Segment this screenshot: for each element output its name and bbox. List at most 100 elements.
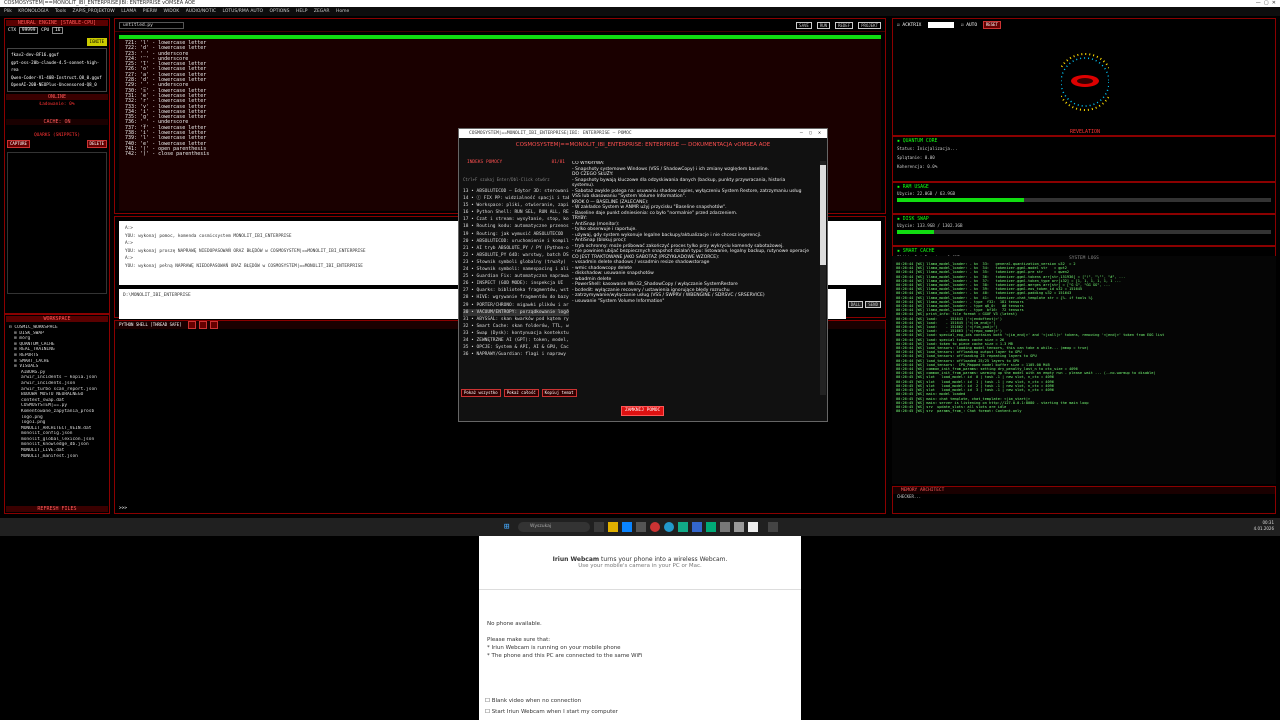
ram-usage-panel: ▪ RAM USAGE Użycie: 22.0GB / 63.9GB [892,182,1276,214]
capture-button[interactable]: CAPTURE [7,139,30,148]
taskbar-app-icon[interactable] [678,522,688,532]
taskbar-app-icon[interactable] [720,522,730,532]
workspace-tree[interactable]: ⊟ COSMIC_WORKSPACE ⊞ DISK_SWAP ⊞ mórg ⊞ … [5,323,109,461]
help-index-item[interactable]: 32 • Smart Cache: skan folderów, TTL, wy… [463,323,569,330]
tree-file[interactable]: Komentowane_zapytania_prosb [9,409,105,415]
acktrix-checkbox[interactable]: ☑ ACKTRIX [897,23,921,28]
menu-item[interactable]: AUDIO/NOTIC [186,9,216,14]
menu-item[interactable]: Home [336,9,349,14]
delete-button[interactable]: DELETE [86,139,107,148]
help-content[interactable]: CO WYKRYWA: - Snapshoty systemowe Window… [572,161,820,395]
taskbar-app-icon[interactable] [650,522,660,532]
refresh-files-button[interactable]: REFRESH FILES [6,506,108,512]
help-index-item[interactable]: 22 • ABSOLUTE_PY 64D: warstwy, batch DSL [463,252,569,259]
model-item[interactable]: gpt-oss-20b-claude-4.5-sonnet-high-rea [11,59,103,74]
close-help-button[interactable]: ZAMKNIJ POMOC [621,406,665,416]
help-index-item[interactable]: 15 • Workspace: pliki, otwieranie, zapis… [463,202,569,209]
blank-video-checkbox[interactable]: ☐ Blank video when no connection [485,696,618,707]
help-index-item[interactable]: 25 • Guardian Fix: automatyczna naprawa … [463,273,569,280]
menu-item[interactable]: PIERW [143,9,157,14]
menu-item[interactable]: HELP [296,9,307,14]
editor-run-button[interactable]: RUN [816,21,831,29]
model-item[interactable]: fkav2-dev-BF16.gguf [11,51,103,59]
taskbar-app-icon[interactable] [748,522,758,532]
taskbar-search[interactable]: Wyszukaj [518,522,590,532]
help-index-item[interactable]: 16 • Python Shell: RUN SEL, RUN ALL, RES… [463,209,569,216]
taskbar-clock[interactable]: 00:31 4.01.2026 [1254,520,1274,532]
editor-save-button[interactable]: SAVE [796,21,812,29]
auto-checkbox[interactable]: ☑ AUTO [961,23,977,28]
menu-item[interactable]: KRONOLOGIA [18,9,48,14]
taskbar-app-icon[interactable] [594,522,604,532]
help-index-item[interactable]: 28 • HIVE: wgrywanie fragmentów do bazy [463,294,569,301]
send-button[interactable]: SEND [865,300,881,308]
help-index-item[interactable]: 14 • ⓘ FIX PP: widzialność spacji i tabó… [463,195,569,202]
help-index-item[interactable]: 18 • Routing kodu: automatyczne przenosz… [463,223,569,230]
system-logs[interactable]: 00:26:44 [WS] llama_model_loader: - kv 3… [892,262,1276,482]
model-item[interactable]: Qwen-Coder-V1-40B-Instruct.Q8_0.gguf [11,74,103,82]
menu-item[interactable]: ZEGAR [314,9,330,14]
help-index-item[interactable]: 23 • Słownik symboli globalny (trwały) l… [463,259,569,266]
copy-topic-button[interactable]: Kopiuj temat [541,389,577,397]
help-index-item[interactable]: 36 • NAPRAWY/Guardian: flagi i naprawy [463,351,569,358]
taskbar-app-icon[interactable] [768,522,778,532]
taskbar-app-icon[interactable] [692,522,702,532]
taskbar-search-label: Wyszukaj [530,524,552,529]
editor-filename[interactable]: untitled.py [119,21,184,29]
menu-item[interactable]: WIDOK [164,9,180,14]
help-index-item[interactable]: 29 • PORTER/CHRONO: migawki plików i arc… [463,302,569,309]
menu-item[interactable]: ZAPIS_PROJEKTOW [73,9,115,14]
menu-item[interactable]: Tools [55,9,66,14]
quarks-list[interactable] [7,151,107,294]
help-index-item-selected[interactable]: 30 • VACUUM/ENTROPY: porządkowanie logów [463,308,569,316]
help-search-input[interactable]: Ctrl+F szukaj Enter/Dbl-Click otwórz [461,167,571,188]
taskbar-app-icon[interactable] [664,522,674,532]
help-content-scrollbar[interactable] [820,161,826,395]
shell-button[interactable] [209,321,219,329]
cpu-input[interactable]: 16 [51,27,64,34]
taskbar-app-icon[interactable] [706,522,716,532]
editor-project-button[interactable]: PROJEKT [858,21,881,29]
menu-item[interactable]: Plik [4,9,12,14]
shell-prompt[interactable]: >>> [119,506,127,511]
help-index-item[interactable]: 35 • OPCJE: System & API, AI & GPU, Cach… [463,344,569,351]
acktrix-input[interactable] [928,21,955,28]
editor-redef-button[interactable]: REDEF [835,21,854,29]
autostart-checkbox[interactable]: ☐ Start Iriun Webcam when I start my com… [485,707,618,718]
window-controls[interactable]: — ▢ ✕ [1256,0,1276,7]
taskbar-app-icon[interactable] [734,522,744,532]
menu-item[interactable]: OPTIONS [269,9,289,14]
help-index-item[interactable]: 17 • Czat i stream: wysyłanie, stop, kon… [463,216,569,223]
show-full-button[interactable]: Pokaż całość [503,389,539,397]
tree-file[interactable]: MONOLIT_manifest.json [9,454,105,460]
windows-start-icon[interactable]: ⊞ [504,522,509,532]
model-item[interactable]: OpenAI-20B-NEOPlus-Uncensored-Q8_0 [11,81,103,89]
help-index-item[interactable]: 21 • AI tryb ABSOLUTE_PY / PY (Python-on… [463,245,569,252]
help-index-item[interactable]: 31 • ABYSSAL: skan kwarków pod kątem ryz… [463,316,569,323]
menu-item[interactable]: LOTUS/RMA AUTO [223,9,264,14]
shell-button[interactable] [198,321,208,329]
dialog-window-controls[interactable]: — ▢ ✕ [800,129,821,138]
shell-button[interactable] [188,321,197,329]
help-index-item[interactable]: 26 • INSPECT (GOD MODE): inspekcja UI [463,280,569,287]
show-all-button[interactable]: Pokaż wszystko [461,389,501,397]
taskbar-app-icon[interactable] [636,522,646,532]
help-index-item[interactable]: 34 • ZEWNĘTRZNE AI (GPT): token, model, … [463,337,569,344]
help-index-item[interactable]: 20 • ABSOLUTECOD: uruchomienie i kompila… [463,238,569,245]
help-index-item[interactable]: 33 • Swap (Dysk): kontynuacja kontekstu … [463,330,569,337]
taskbar-app-icon[interactable] [622,522,632,532]
help-index-item[interactable]: 27 • Quarks: biblioteka fragmentów, wstr… [463,287,569,294]
ignite-button[interactable]: IGNITE [86,38,107,46]
menu-item[interactable]: LLAMA [121,9,136,14]
no-phone-text: No phone available. [487,621,542,627]
dall-button[interactable]: DALL [847,300,864,308]
help-index-title: INDEKS POMOCY [467,160,503,165]
folder-icon[interactable] [608,522,618,532]
help-index-count: 81/81 [551,160,565,165]
reset-button[interactable]: RESET [982,21,1001,29]
ctx-input[interactable]: 99999 [18,27,39,34]
help-index-item[interactable]: 13 • ABSOLUTECOD — Edytor 3D: sterowanie [463,188,569,195]
help-index-item[interactable]: 24 • Słownik symboli: namespacing i alia… [463,266,569,273]
help-index-list[interactable]: 13 • ABSOLUTECOD — Edytor 3D: sterowanie… [461,188,571,358]
help-index-item[interactable]: 19 • Routing: jak wymusić ABSOLUTECOD [463,231,569,238]
